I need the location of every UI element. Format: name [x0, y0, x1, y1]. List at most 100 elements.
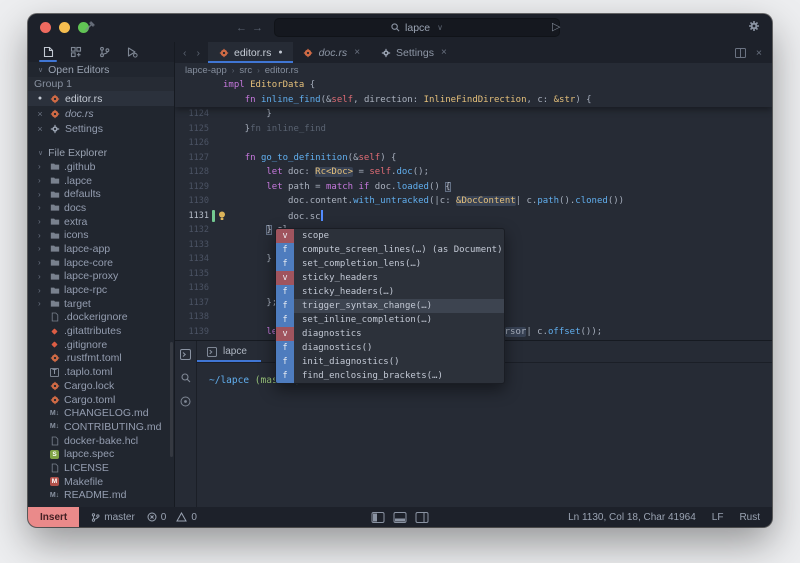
completion-item[interactable]: f init_diagnostics()	[276, 355, 504, 369]
editor-group-header[interactable]: Group 1	[28, 77, 174, 91]
explorer-file[interactable]: .gitattributes	[28, 324, 174, 338]
code-line[interactable]: 1129 let path = match if doc.loaded() {	[175, 180, 772, 195]
completion-item[interactable]: f trigger_syntax_change(…)	[276, 299, 504, 313]
breadcrumb[interactable]: lapce-app › src › editor.rs	[175, 63, 772, 78]
tab-nav-back-icon[interactable]: ‹	[183, 47, 187, 59]
plugins-panel-icon[interactable]	[64, 42, 88, 62]
tab-doc-rs[interactable]: doc.rs ×	[293, 42, 370, 63]
explorer-file[interactable]: .rustfmt.toml	[28, 352, 174, 366]
tab-Settings[interactable]: Settings ×	[370, 42, 457, 63]
explorer-file[interactable]: .dockerignore	[28, 311, 174, 325]
completion-item[interactable]: v sticky_headers	[276, 271, 504, 285]
line-number[interactable]: 1135	[175, 269, 215, 279]
completion-item[interactable]: f find_enclosing_brackets(…)	[276, 369, 504, 383]
sidebar-scrollbar[interactable]	[170, 342, 173, 457]
modified-dot-icon[interactable]: ●	[36, 95, 44, 102]
explorer-folder[interactable]: › lapce-rpc	[28, 283, 174, 297]
explorer-folder[interactable]: › .github	[28, 160, 174, 174]
minimize-window-button[interactable]	[59, 22, 70, 33]
explorer-file[interactable]: M Makefile	[28, 475, 174, 489]
breadcrumb-item[interactable]: editor.rs	[265, 65, 299, 76]
nav-forward-button[interactable]: →	[252, 20, 263, 36]
open-editors-header[interactable]: ∨ Open Editors	[28, 62, 174, 77]
explorer-file[interactable]: docker-bake.hcl	[28, 434, 174, 448]
explorer-folder[interactable]: › .lapce	[28, 174, 174, 188]
explorer-file[interactable]: M↓ CONTRIBUTING.md	[28, 420, 174, 434]
problems-indicator[interactable]: 0 0	[147, 512, 197, 523]
source-control-panel-icon[interactable]	[92, 42, 116, 62]
line-number[interactable]: 1124	[175, 109, 215, 119]
git-branch-indicator[interactable]: master	[91, 512, 135, 523]
file-explorer-header[interactable]: ∨ File Explorer	[28, 145, 174, 160]
close-icon[interactable]: ×	[36, 124, 44, 134]
explorer-folder[interactable]: › defaults	[28, 187, 174, 201]
tab-editor-rs[interactable]: editor.rs ●	[208, 42, 293, 63]
explorer-file[interactable]: T .taplo.toml	[28, 365, 174, 379]
completion-item[interactable]: f diagnostics()	[276, 341, 504, 355]
line-number[interactable]: 1130	[175, 196, 215, 206]
explorer-file[interactable]: M↓ README.md	[28, 489, 174, 503]
close-window-button[interactable]	[40, 22, 51, 33]
line-number[interactable]: 1131	[175, 211, 215, 221]
code-line[interactable]: 1126	[175, 136, 772, 151]
tab-nav-forward-icon[interactable]: ›	[197, 47, 201, 59]
line-ending[interactable]: LF	[712, 512, 724, 523]
line-number[interactable]: 1138	[175, 312, 215, 322]
completion-item[interactable]: f set_completion_lens(…)	[276, 257, 504, 271]
file-explorer-panel-icon[interactable]	[36, 42, 60, 62]
explorer-file[interactable]: Slapce.spec	[28, 447, 174, 461]
explorer-folder[interactable]: › lapce-proxy	[28, 270, 174, 284]
line-number[interactable]: 1134	[175, 254, 215, 264]
workspace-search-input[interactable]: lapce ∨	[274, 18, 560, 37]
explorer-file[interactable]: .gitignore	[28, 338, 174, 352]
line-number[interactable]: 1139	[175, 327, 215, 337]
editor-mode-badge[interactable]: Insert	[28, 507, 80, 527]
code-line[interactable]: 1124 }	[175, 107, 772, 122]
terminal-tab[interactable]: lapce	[197, 341, 261, 362]
sticky-line[interactable]: impl EditorData {	[175, 78, 772, 93]
breadcrumb-item[interactable]: lapce-app	[185, 65, 227, 76]
line-number[interactable]: 1128	[175, 167, 215, 177]
toggle-left-panel-icon[interactable]	[371, 511, 385, 523]
code-line[interactable]: 1125 }fn inline_find	[175, 122, 772, 137]
completion-item[interactable]: f compute_screen_lines(…) (as Document)	[276, 243, 504, 257]
open-editor-item[interactable]: × doc.rs	[28, 106, 174, 121]
explorer-file[interactable]: Cargo.toml	[28, 393, 174, 407]
terminal-panel-icon[interactable]	[180, 349, 191, 360]
code-line[interactable]: 1131 doc.sc	[175, 209, 772, 224]
code-line[interactable]: 1130 doc.content.with_untracked(|c: &Doc…	[175, 194, 772, 209]
open-editor-item[interactable]: × Settings	[28, 121, 174, 136]
completion-item[interactable]: f sticky_headers(…)	[276, 285, 504, 299]
explorer-folder[interactable]: › extra	[28, 215, 174, 229]
toggle-bottom-panel-icon[interactable]	[393, 511, 407, 523]
line-number[interactable]: 1132	[175, 225, 215, 235]
breadcrumb-item[interactable]: src	[239, 65, 252, 76]
explorer-folder[interactable]: › docs	[28, 201, 174, 215]
close-icon[interactable]: ×	[36, 109, 44, 119]
explorer-folder[interactable]: › lapce-app	[28, 242, 174, 256]
completion-item[interactable]: v diagnostics	[276, 327, 504, 341]
close-editor-icon[interactable]: ×	[756, 47, 762, 59]
explorer-folder[interactable]: › target	[28, 297, 174, 311]
line-number[interactable]: 1127	[175, 153, 215, 163]
line-number[interactable]: 1129	[175, 182, 215, 192]
code-action-lightbulb-icon[interactable]	[218, 211, 226, 221]
cursor-position[interactable]: Ln 1130, Col 18, Char 41964	[568, 512, 696, 523]
explorer-file[interactable]: M↓ CHANGELOG.md	[28, 406, 174, 420]
settings-gear-icon[interactable]	[748, 20, 760, 32]
search-panel-icon[interactable]	[180, 373, 191, 383]
titlebar[interactable]: ← → lapce ∨ ▷	[28, 14, 772, 42]
close-icon[interactable]: ×	[354, 47, 360, 58]
explorer-file[interactable]: Cargo.lock	[28, 379, 174, 393]
completion-item[interactable]: f set_inline_completion(…)	[276, 313, 504, 327]
open-editor-item[interactable]: ● editor.rs	[28, 91, 174, 106]
close-icon[interactable]: ×	[441, 47, 447, 58]
line-number[interactable]: 1133	[175, 240, 215, 250]
completion-item[interactable]: v scope	[276, 229, 504, 243]
modified-dot-icon[interactable]: ●	[278, 49, 282, 56]
code-line[interactable]: 1127 fn go_to_definition(&self) {	[175, 151, 772, 166]
line-number[interactable]: 1137	[175, 298, 215, 308]
explorer-folder[interactable]: › lapce-core	[28, 256, 174, 270]
line-number[interactable]: 1136	[175, 283, 215, 293]
sticky-line[interactable]: fn inline_find(&self, direction: InlineF…	[175, 93, 772, 108]
